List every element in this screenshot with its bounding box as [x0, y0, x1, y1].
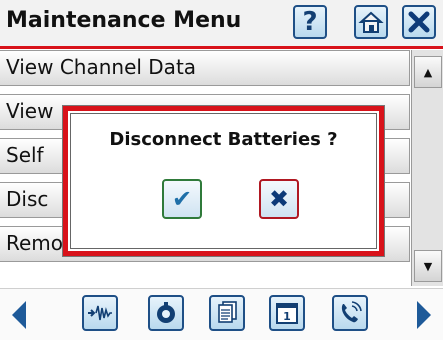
- title-bar: Maintenance Menu ?: [0, 0, 443, 48]
- home-icon: [358, 11, 384, 33]
- scroll-down-button[interactable]: ▼: [414, 250, 442, 282]
- cancel-button[interactable]: ✖: [259, 179, 299, 219]
- close-icon: [408, 11, 430, 33]
- phone-button[interactable]: [332, 295, 368, 331]
- menu-item-label: View: [6, 99, 54, 123]
- menu-item-label: Disc: [6, 187, 49, 211]
- waveform-button[interactable]: [82, 295, 118, 331]
- confirm-button[interactable]: ✔: [162, 179, 202, 219]
- documents-icon: [218, 301, 237, 323]
- calendar-day: 1: [283, 310, 291, 323]
- previous-arrow-icon[interactable]: [12, 301, 26, 329]
- checkmark-icon: ✔: [171, 185, 193, 213]
- calendar-button[interactable]: 1: [269, 295, 305, 331]
- scroll-up-button[interactable]: ▲: [414, 56, 442, 88]
- next-arrow-icon[interactable]: [417, 301, 431, 329]
- gauge-button[interactable]: [148, 295, 184, 331]
- menu-item-label: Self: [6, 143, 44, 167]
- dialog-message: Disconnect Batteries ?: [109, 129, 338, 150]
- home-button[interactable]: [354, 5, 388, 39]
- menu-item-view-channel-data[interactable]: View Channel Data: [0, 50, 410, 86]
- waveform-icon: [88, 305, 112, 321]
- help-button[interactable]: ?: [293, 5, 327, 39]
- close-button[interactable]: [402, 5, 436, 39]
- close-icon: ✖: [268, 185, 290, 213]
- gauge-icon: [157, 302, 175, 323]
- menu-item-label: View Channel Data: [6, 55, 197, 79]
- phone-icon: [341, 301, 362, 323]
- bottom-toolbar: 1: [0, 288, 443, 340]
- menu-scrollbar[interactable]: ▲ ▼: [411, 50, 443, 286]
- calendar-icon: 1: [276, 303, 298, 324]
- header-divider: [0, 46, 443, 49]
- documents-button[interactable]: [209, 295, 245, 331]
- page-title: Maintenance Menu: [6, 8, 242, 33]
- disconnect-batteries-dialog: Disconnect Batteries ? ✔ ✖: [63, 106, 384, 256]
